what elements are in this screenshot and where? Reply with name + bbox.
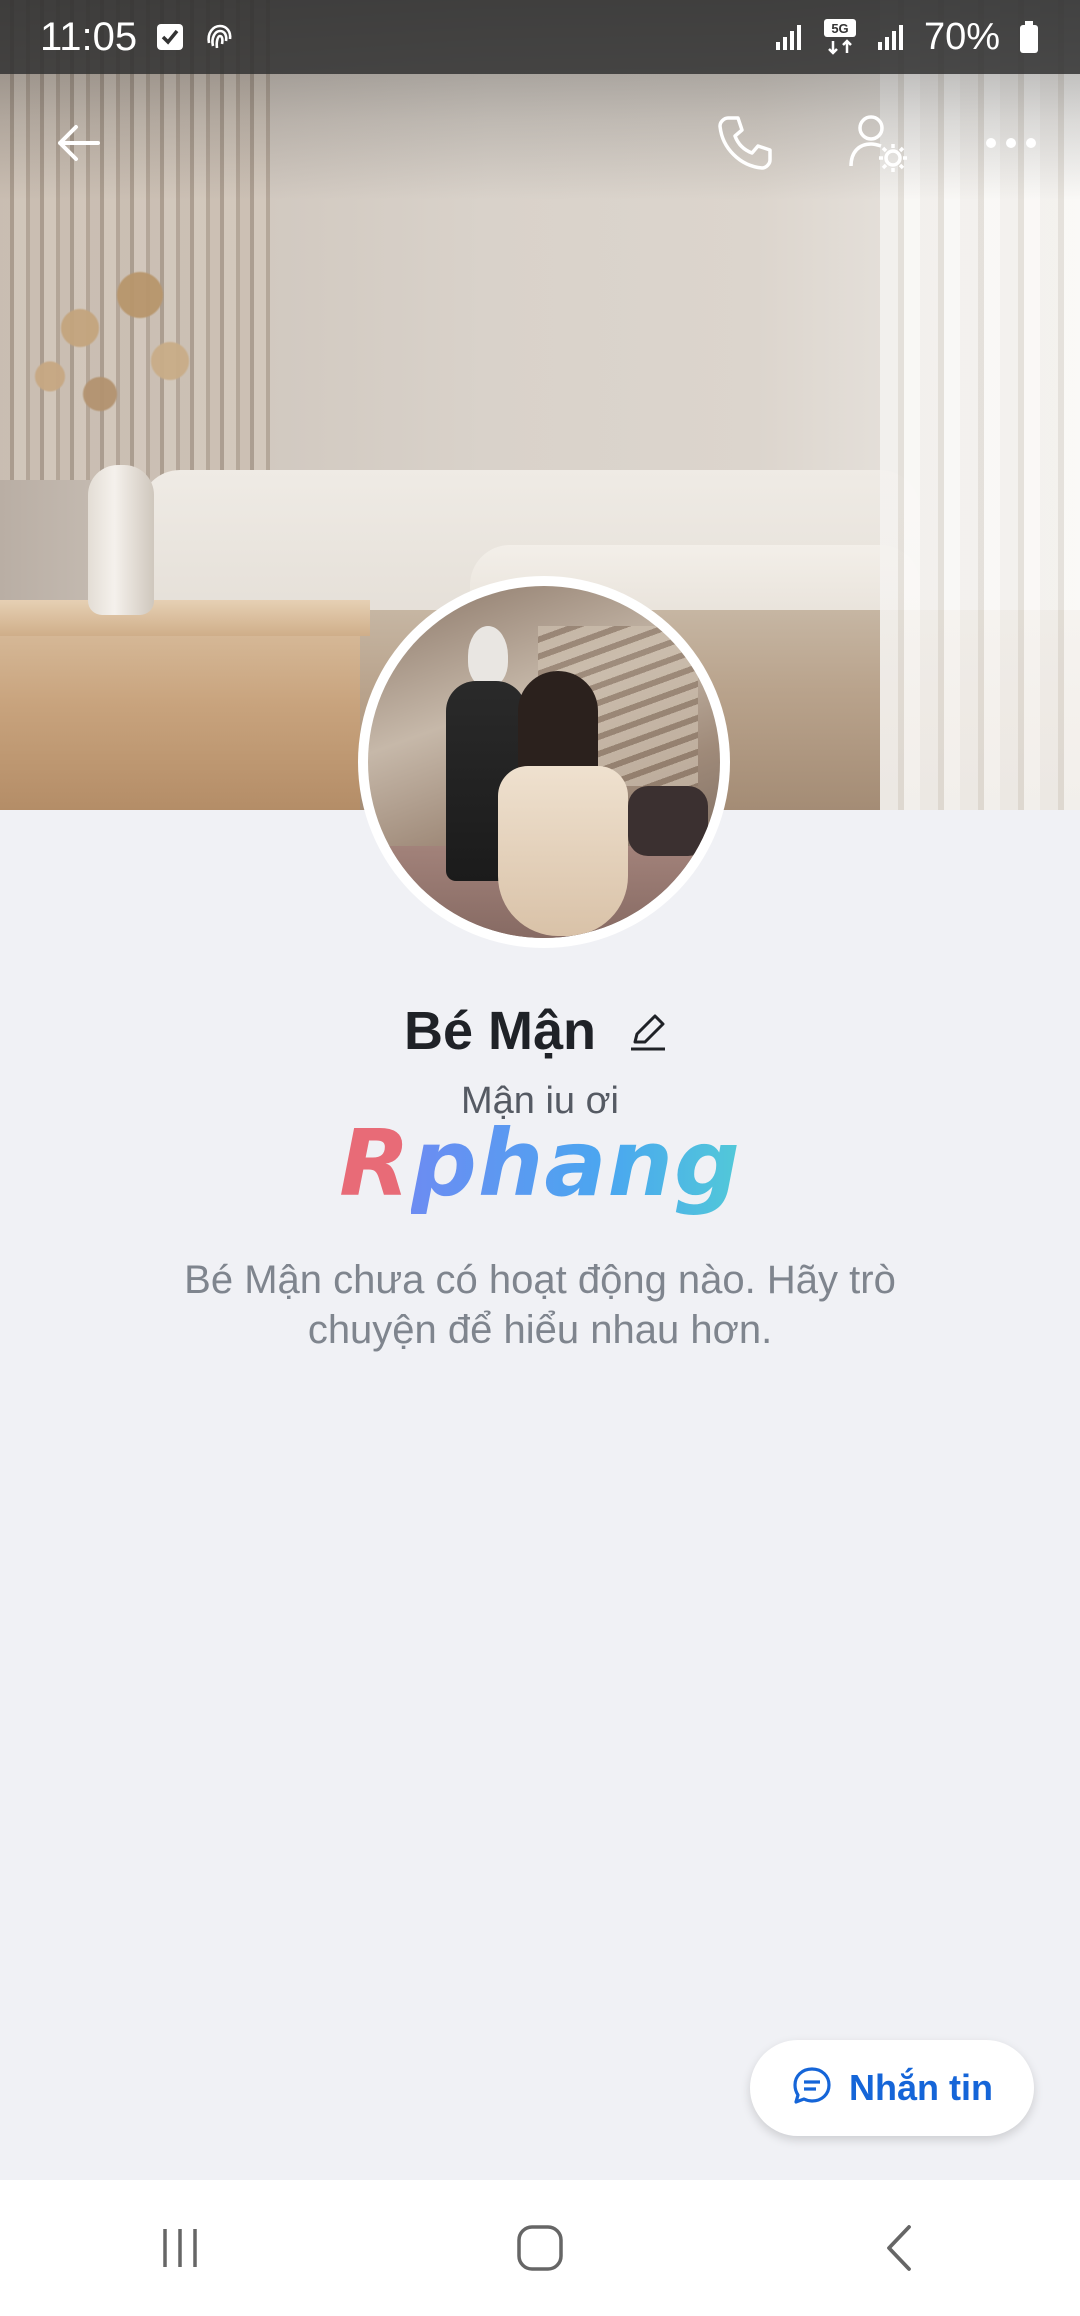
call-button[interactable] xyxy=(700,100,790,190)
empty-activity-message: Bé Mận chưa có hoạt động nào. Hãy trò ch… xyxy=(184,1258,896,1352)
recent-apps-button[interactable] xyxy=(120,2198,240,2298)
message-button-label: Nhắn tin xyxy=(849,2067,993,2108)
home-button[interactable] xyxy=(480,2198,600,2298)
watermark-part2: phang xyxy=(411,1110,741,1217)
home-icon xyxy=(517,2225,563,2271)
signal-icon xyxy=(774,22,804,52)
back-arrow-icon xyxy=(50,115,106,176)
back-icon xyxy=(887,2225,911,2271)
user-settings-icon xyxy=(845,110,911,181)
battery-percent: 70% xyxy=(923,15,1000,58)
chat-bubble-icon xyxy=(791,2065,833,2112)
cover-vase xyxy=(88,465,154,615)
recent-apps-icon xyxy=(163,2229,197,2267)
avatar-photo-person-dress xyxy=(498,766,628,936)
system-navigation-bar xyxy=(0,2180,1080,2316)
avatar-photo-mannequin-head xyxy=(468,626,508,686)
edit-name-button[interactable] xyxy=(620,1003,676,1059)
5g-icon: 5G xyxy=(822,17,858,57)
svg-text:5G: 5G xyxy=(831,21,848,36)
avatar-photo xyxy=(368,586,720,938)
back-button[interactable] xyxy=(33,100,123,190)
checkbox-notification-icon xyxy=(155,22,185,52)
avatar-photo-chair xyxy=(628,786,708,856)
more-icon xyxy=(983,133,1039,158)
avatar[interactable] xyxy=(358,576,730,948)
nav-back-button[interactable] xyxy=(840,2198,960,2298)
phone-icon xyxy=(714,112,776,179)
status-time: 11:05 xyxy=(40,14,138,59)
status-bar-left: 11:05 xyxy=(40,15,235,60)
fingerprint-icon xyxy=(203,21,235,53)
status-bar-right: 5G 70% xyxy=(774,16,1040,59)
watermark-part1: R xyxy=(339,1110,412,1217)
profile-settings-button[interactable] xyxy=(833,100,923,190)
profile-name: Bé Mận xyxy=(403,1001,597,1061)
pencil-icon xyxy=(631,1014,666,1051)
battery-icon xyxy=(1018,20,1040,54)
cover-dried-flowers xyxy=(20,240,220,460)
profile-name-row: Bé Mận xyxy=(0,1000,1080,1062)
watermark-logo: Rphang xyxy=(0,1110,1080,1217)
cover-table-top xyxy=(0,600,370,636)
message-button[interactable]: Nhắn tin xyxy=(750,2040,1034,2136)
signal-icon xyxy=(876,22,906,52)
status-bar: 11:05 5G 70% xyxy=(0,0,1080,74)
more-options-button[interactable] xyxy=(966,100,1056,190)
